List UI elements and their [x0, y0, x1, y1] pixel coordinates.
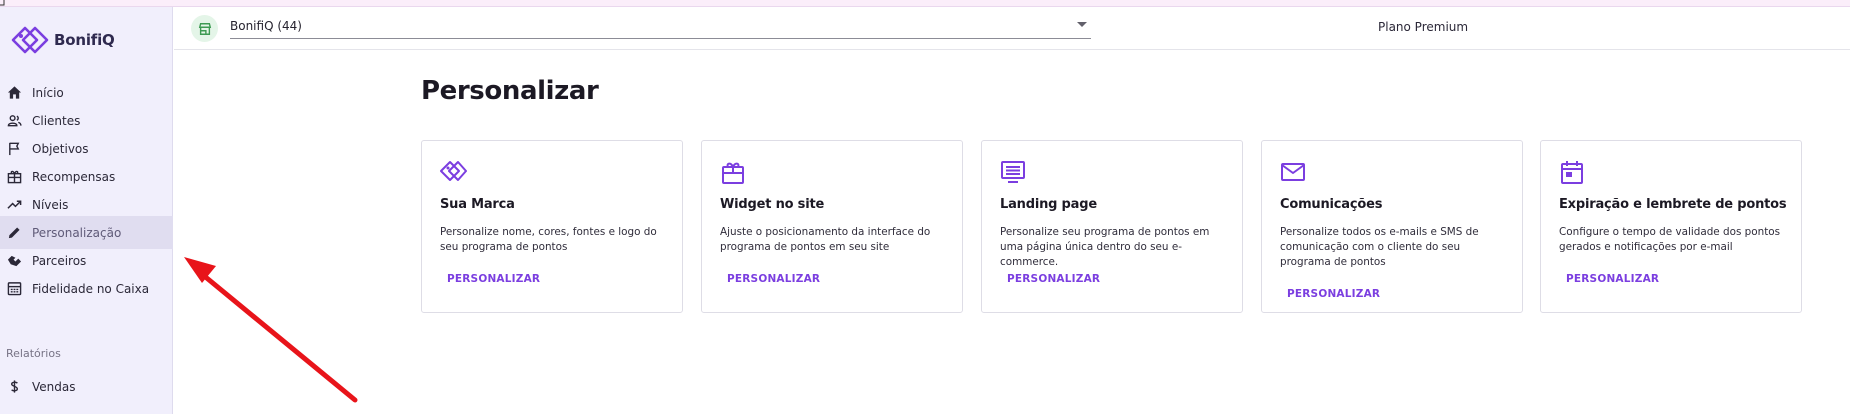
trending-up-icon — [7, 200, 22, 209]
sidebar-item-label: Vendas — [32, 379, 76, 394]
card-description: Personalize nome, cores, fontes e logo d… — [440, 226, 657, 253]
brand-name: BonifiQ — [54, 31, 115, 49]
handshake-icon — [7, 255, 22, 267]
dollar-icon — [10, 380, 19, 393]
card-title: Landing page — [1000, 197, 1097, 212]
card-description: Ajuste o posicionamento da interface do … — [720, 226, 931, 253]
store-icon — [191, 15, 218, 42]
home-icon — [7, 86, 22, 99]
brand-tag-icon — [439, 158, 467, 186]
section-label-relatorios: Relatórios — [6, 347, 61, 360]
card-title: Expiração e lembrete de pontos — [1559, 197, 1787, 212]
card-description: Personalize seu programa de pontos em um… — [1000, 226, 1210, 268]
page-title: Personalizar — [421, 76, 599, 106]
card-sua-marca[interactable]: Sua Marca Personalize nome, cores, fonte… — [421, 140, 683, 313]
pencil-icon — [8, 227, 20, 239]
browser-top-strip — [0, 0, 1850, 7]
card-landing-page[interactable]: Landing page Personalize seu programa de… — [981, 140, 1243, 313]
personalizar-button[interactable]: PERSONALIZAR — [1287, 288, 1380, 300]
chevron-down-icon — [1077, 22, 1087, 27]
card-title: Widget no site — [720, 197, 825, 212]
envelope-icon — [1279, 158, 1307, 186]
logo[interactable]: BonifiQ — [10, 24, 115, 56]
users-icon — [7, 115, 22, 127]
sidebar-item-label: Recompensas — [32, 169, 116, 184]
card-description: Personalize todos os e-mails e SMS de co… — [1280, 226, 1479, 268]
sidebar-item-fidelidade-no-caixa[interactable]: Fidelidade no Caixa — [0, 272, 173, 305]
sidebar-item-label: Fidelidade no Caixa — [32, 281, 150, 296]
flag-icon — [9, 142, 20, 156]
bonifiq-logo-icon — [11, 26, 49, 54]
cash-register-icon — [7, 282, 22, 296]
personalizar-button[interactable]: PERSONALIZAR — [1566, 273, 1659, 285]
store-select[interactable]: BonifiQ (44) — [230, 14, 1091, 39]
sidebar-item-label: Clientes — [32, 113, 81, 128]
gift-icon — [7, 170, 22, 184]
widget-gift-icon — [719, 158, 747, 186]
sidebar-item-label: Parceiros — [32, 253, 87, 268]
card-title: Sua Marca — [440, 197, 515, 212]
card-widget-no-site[interactable]: Widget no site Ajuste o posicionamento d… — [701, 140, 963, 313]
card-comunicacoes[interactable]: Comunicações Personalize todos os e-mail… — [1261, 140, 1523, 313]
card-description: Configure o tempo de validade dos pontos… — [1559, 226, 1781, 253]
sidebar-item-vendas[interactable]: Vendas — [0, 370, 173, 403]
sidebar: BonifiQ Início Clientes Objetivos Recomp… — [0, 7, 173, 414]
landing-page-icon — [999, 158, 1027, 186]
store-select-value: BonifiQ (44) — [230, 19, 302, 33]
sidebar-item-label: Personalização — [32, 225, 122, 240]
sidebar-item-label: Objetivos — [32, 141, 89, 156]
topbar: BonifiQ (44) Plano Premium — [174, 7, 1850, 50]
sidebar-item-label: Níveis — [32, 197, 69, 212]
card-title: Comunicações — [1280, 197, 1383, 212]
sidebar-item-label: Início — [32, 85, 64, 100]
plan-label: Plano Premium — [1378, 20, 1469, 34]
personalizar-button[interactable]: PERSONALIZAR — [727, 273, 820, 285]
card-expiracao-lembrete[interactable]: Expiração e lembrete de pontos Configure… — [1540, 140, 1802, 313]
calendar-icon — [1558, 158, 1586, 186]
personalizar-button[interactable]: PERSONALIZAR — [1007, 273, 1100, 285]
personalizar-button[interactable]: PERSONALIZAR — [447, 273, 540, 285]
corner-mark-icon — [0, 0, 5, 6]
